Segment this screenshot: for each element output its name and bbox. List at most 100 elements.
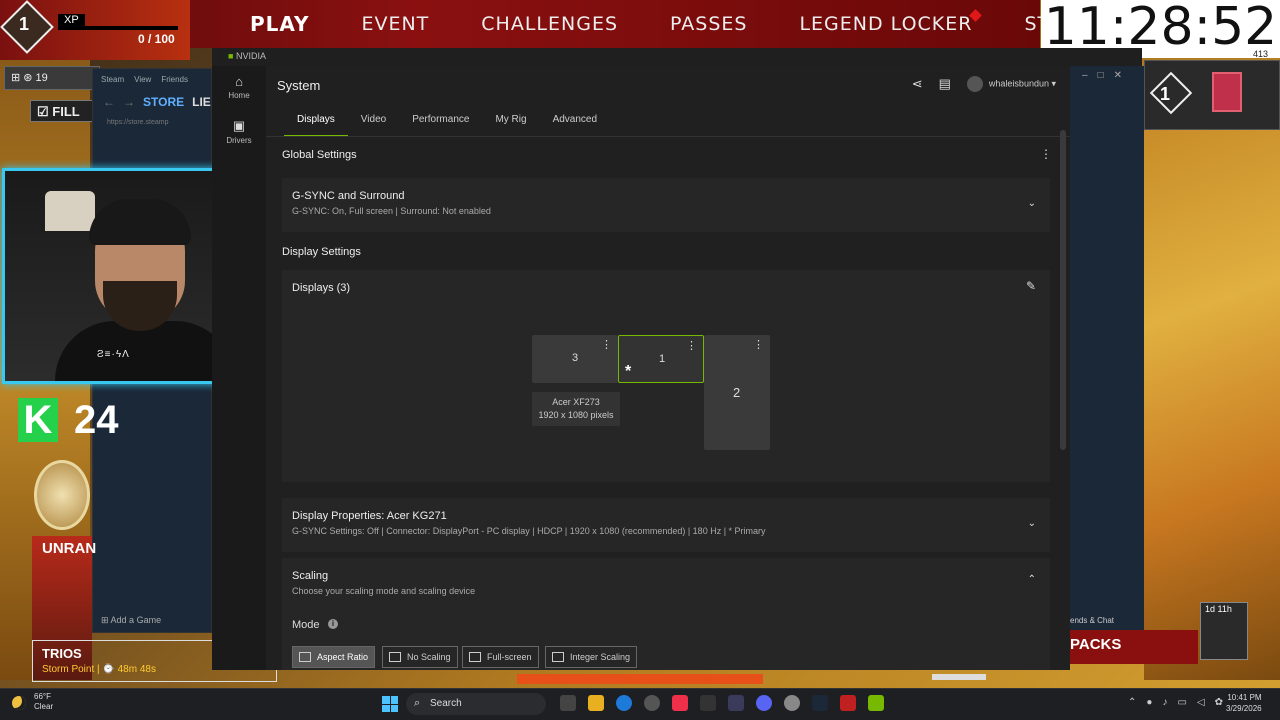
display-3-menu-icon[interactable]: ⋮ [601,338,612,351]
settings-icon[interactable] [784,695,800,711]
taskbar-clock[interactable]: 10:41 PM 3/29/2026 [1226,692,1262,714]
squad-id-bar: ⊞ ⊛ 19 [4,66,100,90]
file-explorer-icon[interactable] [588,695,604,711]
scrollbar[interactable] [1060,130,1066,450]
feedback-icon[interactable]: ▤ [939,76,951,92]
aspect-ratio-label: Aspect Ratio [317,652,369,662]
steam-menu-friends[interactable]: Friends [161,75,188,85]
tooltip-resolution: 1920 x 1080 pixels [538,410,614,420]
xp-label: XP [58,14,85,26]
right-level-number: 1 [1160,84,1171,104]
no-scaling-button[interactable]: No Scaling [382,646,458,668]
banner-card-icon[interactable] [1212,72,1242,112]
taskbar-search[interactable]: ⌕ Search [406,693,546,715]
game-nav: PLAY EVENT CHALLENGES PASSES LEGEND LOCK… [250,0,1145,48]
forward-arrow-icon[interactable]: → [123,95,135,109]
username: whaleisbundun [988,78,1049,89]
display-2-menu-icon[interactable]: ⋮ [753,338,764,351]
integer-scaling-button[interactable]: Integer Scaling [545,646,638,668]
edge-icon[interactable] [616,695,632,711]
display-box-1[interactable]: 1 ⋮ * [618,335,704,383]
display-box-2[interactable]: 2 ⋮ [704,335,770,450]
tab-displays[interactable]: Displays [284,110,348,137]
user-menu[interactable]: whaleisbundun ▾ [966,76,1056,92]
discord-icon[interactable] [756,695,772,711]
nav-passes[interactable]: PASSES [670,13,747,35]
steam-url[interactable]: https://store.steamp [93,113,211,126]
nav-challenges[interactable]: CHALLENGES [481,13,618,35]
share-icon[interactable]: ⋖ [912,76,923,92]
nvidia-app-window: ⌂ Home ▣ Drivers System ⋖ ▤ whaleisbundu… [212,66,1070,670]
full-screen-button[interactable]: Full-screen [462,646,539,668]
avatar [966,76,983,92]
search-icon: ⌕ [414,697,421,709]
back-arrow-icon[interactable]: ← [103,95,115,109]
obs-icon[interactable] [644,695,660,711]
tab-divider [266,136,1070,137]
mode-label: Mode [292,619,320,631]
app-icon[interactable] [728,695,744,711]
primary-marker: * [625,363,632,380]
sidebar-item-drivers[interactable]: ▣ Drivers [212,118,266,145]
steam-icon[interactable] [812,695,828,711]
window-controls[interactable]: –□✕ [1082,70,1132,81]
chevron-down-icon[interactable]: ⌄ [1028,198,1036,209]
apex-icon[interactable] [840,695,856,711]
gsync-card[interactable]: G-SYNC and Surround G-SYNC: On, Full scr… [282,178,1050,232]
sidebar-item-home[interactable]: ⌂ Home [212,74,266,100]
mode-name: TRIOS [42,646,82,661]
tab-advanced[interactable]: Advanced [540,110,610,137]
task-view-icon[interactable] [560,695,576,711]
full-screen-label: Full-screen [487,652,532,662]
nav-play[interactable]: PLAY [250,12,309,36]
drivers-icon: ▣ [232,118,246,133]
clock-sub: 413 [1252,49,1268,59]
steam-menu-view[interactable]: View [134,75,151,85]
page-title: System [277,78,321,93]
volume-icon[interactable]: ◁ [1197,697,1205,708]
packs-label: PACKS [1070,636,1122,653]
displays-count: Displays (3) [292,282,351,294]
edit-icon[interactable]: ✎ [1026,279,1036,293]
integer-scaling-label: Integer Scaling [570,652,631,662]
display-1-menu-icon[interactable]: ⋮ [686,339,697,352]
weather-temp: 66°F [34,692,51,701]
tab-video[interactable]: Video [348,110,399,137]
display-properties-card[interactable]: Display Properties: Acer KG271 G-SYNC Se… [282,498,1050,552]
weather-widget[interactable]: 66°F Clear [12,692,53,712]
display-box-3[interactable]: 3 ⋮ [532,335,618,383]
kick-logo-icon: K [18,398,58,442]
add-game-button[interactable]: ⊞ Add a Game [101,615,161,626]
display-properties-subtitle: G-SYNC Settings: Off | Connector: Displa… [292,526,766,536]
home-icon: ⌂ [235,74,243,89]
scaling-title: Scaling [292,570,329,582]
more-options-icon[interactable]: ⋮ [1040,147,1052,161]
music-icon[interactable] [672,695,688,711]
tab-bar: Displays Video Performance My Rig Advanc… [284,110,610,137]
tab-my-rig[interactable]: My Rig [482,110,539,137]
steam-menu-steam[interactable]: Steam [101,75,124,85]
steam-store-tab[interactable]: STORE [143,95,184,109]
shirt-print: Ƨ≡·ϟΛ [97,349,130,360]
chevron-down-icon[interactable]: ⌄ [1028,518,1036,529]
microphone-icon[interactable]: ♪ [1162,697,1167,708]
tab-performance[interactable]: Performance [399,110,482,137]
windows-start-icon[interactable] [382,696,398,712]
nvidia-icon[interactable] [868,695,884,711]
info-icon[interactable]: i [328,619,338,629]
aspect-ratio-button[interactable]: Aspect Ratio [292,646,376,668]
fill-label: FILL [52,104,80,119]
network-icon[interactable]: ▭ [1177,697,1186,708]
friends-chat[interactable]: ends & Chat [1070,616,1114,625]
gsync-title: G-SYNC and Surround [292,190,405,202]
tray-app-icon[interactable]: ● [1146,697,1152,708]
steam-library-tab[interactable]: LIE [192,95,211,109]
nav-legend-locker[interactable]: LEGEND LOCKER [799,13,972,35]
level-number: 1 [19,14,30,34]
chevron-up-icon[interactable]: ⌃ [1128,697,1136,708]
chevron-up-icon[interactable]: ⌃ [1028,574,1036,585]
fill-checkbox[interactable]: ☑ FILL [30,100,100,122]
nav-event[interactable]: EVENT [361,13,429,35]
tray-extra-icon[interactable]: ✿ [1215,697,1223,708]
epic-games-icon[interactable] [700,695,716,711]
